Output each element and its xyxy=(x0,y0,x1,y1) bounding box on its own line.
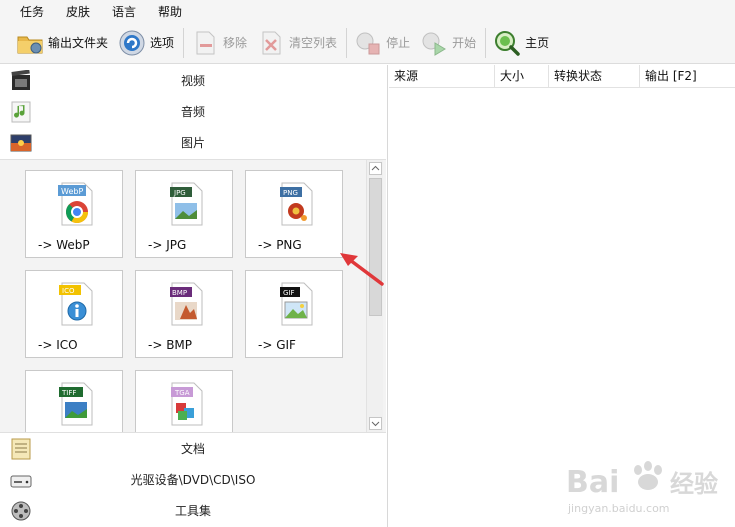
film-clapper-icon xyxy=(11,70,30,90)
badge-text: JPG xyxy=(173,189,186,197)
image-format-grid: WebP -> WebP JPG -> JPG PNG -> PNG ICO -… xyxy=(0,159,386,433)
toolbar: 输出文件夹 选项 移除 清空列表 停止 开始 主页 xyxy=(0,22,735,64)
png-file-icon: PNG xyxy=(280,182,313,226)
document-icon xyxy=(11,438,31,460)
badge-text: TIFF xyxy=(61,389,76,397)
badge-text: BMP xyxy=(172,289,187,297)
gear-icon xyxy=(119,30,145,55)
disc-drive-icon xyxy=(10,475,32,488)
category-panel: 视频 音频 图片 WebP -> WebP JPG -> JPG PNG -> … xyxy=(0,65,388,527)
annotation-arrow-icon xyxy=(340,253,384,286)
format-tile-tiff[interactable]: TIFF xyxy=(25,370,123,432)
picture-icon xyxy=(10,134,32,152)
menu-help[interactable]: 帮助 xyxy=(158,3,182,20)
menu-task[interactable]: 任务 xyxy=(20,3,44,20)
baidu-paw-logo-icon: Bai 经验 jingyan.baidu.com xyxy=(566,461,718,515)
toolbar-separator xyxy=(183,27,185,58)
column-source[interactable]: 来源 xyxy=(389,65,495,88)
category-disc[interactable]: 光驱设备\DVD\CD\ISO xyxy=(0,464,386,495)
remove-button[interactable]: 移除 xyxy=(187,25,253,61)
watermark-url: jingyan.baidu.com xyxy=(567,502,670,515)
badge-text: PNG xyxy=(283,189,298,197)
category-document[interactable]: 文档 xyxy=(0,433,386,464)
tiff-file-icon: TIFF xyxy=(59,382,93,426)
badge-text: TGA xyxy=(174,389,190,397)
scrollbar-thumb[interactable] xyxy=(369,178,382,316)
folder-icon xyxy=(17,36,43,53)
baidu-watermark: Bai 经验 jingyan.baidu.com xyxy=(560,440,735,527)
jpg-file-icon: JPG xyxy=(170,182,203,226)
format-tile-png[interactable]: PNG -> PNG xyxy=(245,170,343,258)
task-table-header: 来源 大小 转换状态 输出 [F2] xyxy=(389,65,735,88)
stop-button[interactable]: 停止 xyxy=(350,25,416,61)
clear-list-icon xyxy=(262,31,281,54)
category-audio[interactable]: 音频 xyxy=(0,96,386,127)
home-button[interactable]: 主页 xyxy=(489,25,555,61)
badge-text: ICO xyxy=(62,287,75,295)
music-note-icon xyxy=(11,101,31,123)
options-button[interactable]: 选项 xyxy=(114,25,180,61)
column-status[interactable]: 转换状态 xyxy=(549,65,640,88)
tga-file-icon: TGA xyxy=(171,382,203,426)
gif-file-icon: GIF xyxy=(280,282,313,326)
start-icon xyxy=(422,32,447,56)
bmp-file-icon: BMP xyxy=(170,282,203,326)
watermark-brand: Bai xyxy=(566,465,619,500)
menu-language[interactable]: 语言 xyxy=(112,3,136,20)
format-tile-gif[interactable]: GIF -> GIF xyxy=(245,270,343,358)
format-tile-jpg[interactable]: JPG -> JPG xyxy=(135,170,233,258)
webp-file-icon: WebP xyxy=(58,182,93,226)
ico-file-icon: ICO xyxy=(59,282,93,326)
stop-icon xyxy=(356,32,380,54)
badge-text: GIF xyxy=(283,289,295,297)
magnifier-icon xyxy=(495,30,520,56)
menu-bar: 任务 皮肤 语言 帮助 xyxy=(0,0,735,22)
scroll-up-arrow-icon[interactable] xyxy=(369,162,382,175)
column-output[interactable]: 输出 [F2] xyxy=(640,65,735,88)
start-button[interactable]: 开始 xyxy=(416,25,482,61)
category-video[interactable]: 视频 xyxy=(0,65,386,96)
format-tile-tga[interactable]: TGA xyxy=(135,370,233,432)
format-tile-ico[interactable]: ICO -> ICO xyxy=(25,270,123,358)
menu-skin[interactable]: 皮肤 xyxy=(66,3,90,20)
output-folder-button[interactable]: 输出文件夹 xyxy=(12,25,114,61)
category-tools[interactable]: 工具集 xyxy=(0,495,386,526)
format-tile-webp[interactable]: WebP -> WebP xyxy=(25,170,123,258)
column-size[interactable]: 大小 xyxy=(495,65,549,88)
remove-icon xyxy=(196,31,215,54)
badge-text: WebP xyxy=(61,187,83,196)
scroll-down-arrow-icon[interactable] xyxy=(369,417,382,430)
toolbar-separator xyxy=(485,27,487,58)
film-reel-icon xyxy=(11,501,31,521)
category-image[interactable]: 图片 xyxy=(0,127,386,158)
toolbar-separator xyxy=(346,27,348,58)
watermark-brand-suffix: 经验 xyxy=(670,470,718,498)
format-grid-scrollbar[interactable] xyxy=(366,160,383,432)
format-tile-bmp[interactable]: BMP -> BMP xyxy=(135,270,233,358)
clear-list-button[interactable]: 清空列表 xyxy=(253,25,343,61)
